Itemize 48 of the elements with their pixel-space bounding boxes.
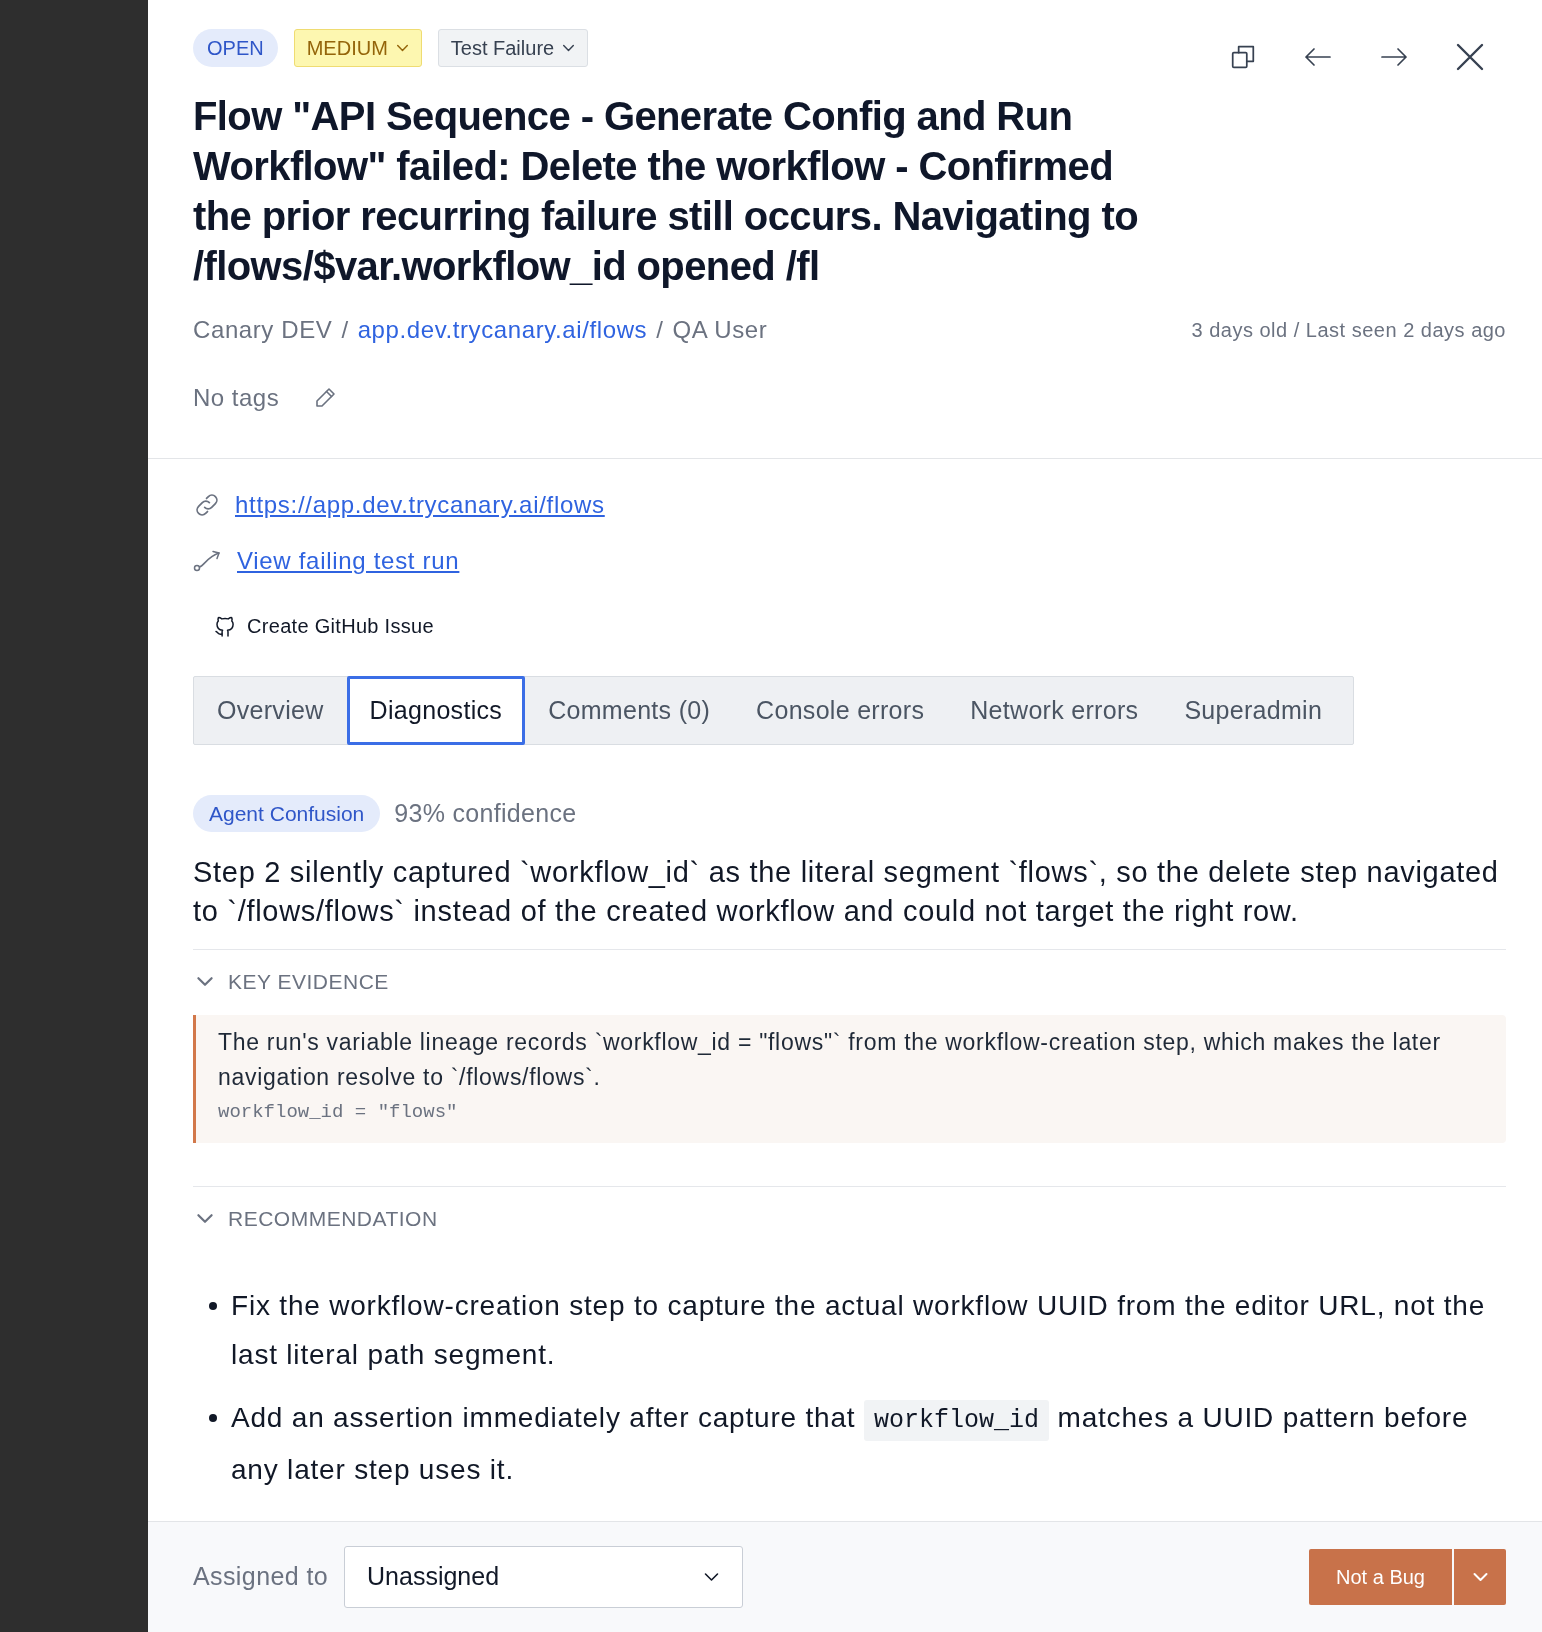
chevron-down-icon [1471,1572,1489,1582]
chevron-down-icon [562,44,576,52]
severity-dropdown[interactable]: MEDIUM [293,29,422,67]
recommendation-text: Add an assertion immediately after capture that workflow_id matches a UUID pattern before any later step uses it. [231,1398,1470,1487]
route-icon [193,549,223,573]
test-run-link[interactable]: View failing test run [237,543,460,579]
tab[interactable]: Comments (0) [525,676,734,745]
chevron-down-icon [395,44,409,52]
not-a-bug-button[interactable]: Not a Bug [1309,1549,1452,1605]
code-snippet: workflow_id = "flows" [218,1099,459,1125]
tab[interactable]: Diagnostics [346,676,526,745]
evidence-text: The run's variable lineage records `workflow_id = "flows"` from the workflow-creation step, which makes the later navigation resolve to `/flows/flows`. [218,1027,1442,1092]
chevron-down-icon [703,1572,721,1582]
section-toggle[interactable]: RECOMMENDATION [196,1200,438,1237]
section-toggle[interactable]: KEY EVIDENCE [196,963,389,1000]
breadcrumb-link[interactable]: app.dev.trycanary.ai/flows [357,314,648,346]
confidence-text: 93% confidence [394,798,577,829]
assigned-label: Assigned to [193,1561,329,1593]
copy-icon[interactable] [1230,44,1256,70]
arrow-right-icon[interactable] [1380,47,1408,67]
tab[interactable]: Console errors [733,676,948,745]
cat-icon [213,614,237,638]
close-icon[interactable] [1456,43,1484,71]
create-issue-button[interactable]: Create GitHub Issue [193,606,434,646]
issue-title: Flow "API Sequence - Generate Config and Run Workflow" failed: Delete the workflow - Confirmed the prior recurring failure still occurs. Navigating to /flows/$var.workflow_id opened /fl [193,93,1139,290]
tab[interactable]: Overview [194,676,347,745]
url-link[interactable]: https://app.dev.trycanary.ai/flows [235,487,605,523]
bullet-icon [209,1413,217,1422]
type-dropdown[interactable]: Test Failure [437,29,589,67]
bullet-icon [209,1301,217,1310]
tab[interactable]: Network errors [947,676,1162,745]
breadcrumb-text: Canary DEV [193,315,333,345]
issue-age: 3 days old / Last seen 2 days ago [1191,318,1506,343]
tags-label: No tags [193,383,280,413]
breadcrumb-separator: / [656,315,664,345]
pencil-icon[interactable] [313,386,338,410]
breadcrumb-text: QA User [672,315,768,345]
status-badge: OPEN [193,29,278,67]
category-badge: Agent Confusion [193,795,381,833]
diagnosis-summary: Step 2 silently captured `workflow_id` as the literal segment `flows`, so the delete step navigated to `/flows/flows` instead of the created workflow and could not target the right row. [193,852,1506,950]
link-icon [193,491,221,519]
chevron-down-icon [196,1213,214,1224]
assignee-select[interactable]: Unassigned [344,1546,744,1608]
recommendation-text: Fix the workflow-creation step to capture the actual workflow UUID from the editor URL, not the last literal path segment. [231,1288,1487,1372]
tab[interactable]: Superadmin [1161,676,1346,745]
breadcrumb-separator: / [341,315,349,345]
chevron-down-icon [196,976,214,987]
arrow-left-icon[interactable] [1304,47,1332,67]
